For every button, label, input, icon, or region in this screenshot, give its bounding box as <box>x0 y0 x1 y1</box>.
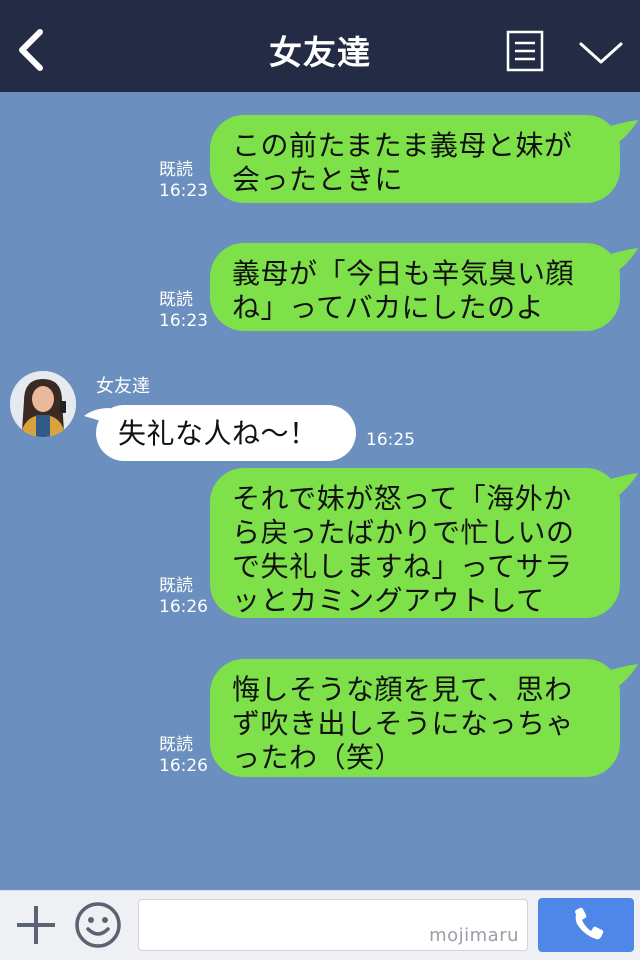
chat-title: 女友達 <box>269 33 371 72</box>
message-time: 16:26 <box>159 756 208 776</box>
message-line: ら戻ったばかりで忙しいの <box>232 516 575 549</box>
phone-icon <box>575 907 604 940</box>
message-line: ず吹き出しそうになっちゃ <box>232 707 575 740</box>
sender-name: 女友達 <box>96 376 150 397</box>
message-line: この前たまたま義母と妹が <box>232 129 573 162</box>
plus-icon <box>17 906 55 944</box>
bubble-tail <box>604 120 638 146</box>
message-line: ね」ってバカにしたのよ <box>232 291 545 324</box>
composer-bar: mojimaru <box>0 890 640 960</box>
menu-button[interactable] <box>506 30 544 72</box>
message-time: 16:26 <box>159 597 208 617</box>
smile-icon <box>75 902 121 948</box>
add-button[interactable] <box>14 903 58 947</box>
message-meta: 既読 16:23 <box>159 160 208 202</box>
message-line: 失礼な人ね〜！ <box>118 417 318 450</box>
read-status: 既読 <box>159 735 193 755</box>
message-meta: 既読 16:23 <box>159 290 208 332</box>
message-line: ったわ（笑） <box>232 741 404 774</box>
bubble-tail <box>604 248 638 274</box>
read-status: 既読 <box>159 576 193 596</box>
read-status: 既読 <box>159 290 193 310</box>
message-bubble-sent[interactable]: この前たまたま義母と妹が 会ったときに <box>210 115 620 203</box>
message-bubble-sent[interactable]: それで妹が怒って「海外か ら戻ったばかりで忙しいの で失礼しますね」ってサラ ッ… <box>210 468 620 618</box>
avatar-image <box>10 371 76 437</box>
avatar[interactable] <box>10 371 76 437</box>
message-time: 16:23 <box>159 311 208 331</box>
message-line: で失礼しますね」ってサラ <box>232 550 573 583</box>
chat-header: 女友達 <box>0 0 640 92</box>
emoji-button[interactable] <box>74 901 122 949</box>
message-bubble-sent[interactable]: 義母が「今日も辛気臭い顔 ね」ってバカにしたのよ <box>210 243 620 331</box>
bubble-tail <box>604 664 638 690</box>
message-meta: 既読 16:26 <box>159 735 208 777</box>
message-line: それで妹が怒って「海外か <box>232 482 572 515</box>
read-status: 既読 <box>159 160 193 180</box>
message-line: ッとカミングアウトして <box>232 584 545 617</box>
watermark-text: mojimaru <box>429 925 519 946</box>
message-time: 16:25 <box>366 430 415 450</box>
message-time: 16:23 <box>159 181 208 201</box>
call-button[interactable] <box>538 898 634 952</box>
message-line: 会ったときに <box>232 163 404 196</box>
bubble-tail <box>604 473 638 499</box>
message-line: 悔しそうな顔を見て、思わ <box>232 673 573 706</box>
message-bubble-sent[interactable]: 悔しそうな顔を見て、思わ ず吹き出しそうになっちゃ ったわ（笑） <box>210 659 620 777</box>
message-meta: 既読 16:26 <box>159 576 208 618</box>
message-input[interactable]: mojimaru <box>138 899 528 951</box>
message-bubble-received[interactable]: 失礼な人ね〜！ <box>96 405 356 461</box>
chevron-down-icon <box>579 42 623 64</box>
menu-icon <box>506 30 544 72</box>
collapse-button[interactable] <box>578 38 624 68</box>
message-line: 義母が「今日も辛気臭い顔 <box>232 257 575 290</box>
